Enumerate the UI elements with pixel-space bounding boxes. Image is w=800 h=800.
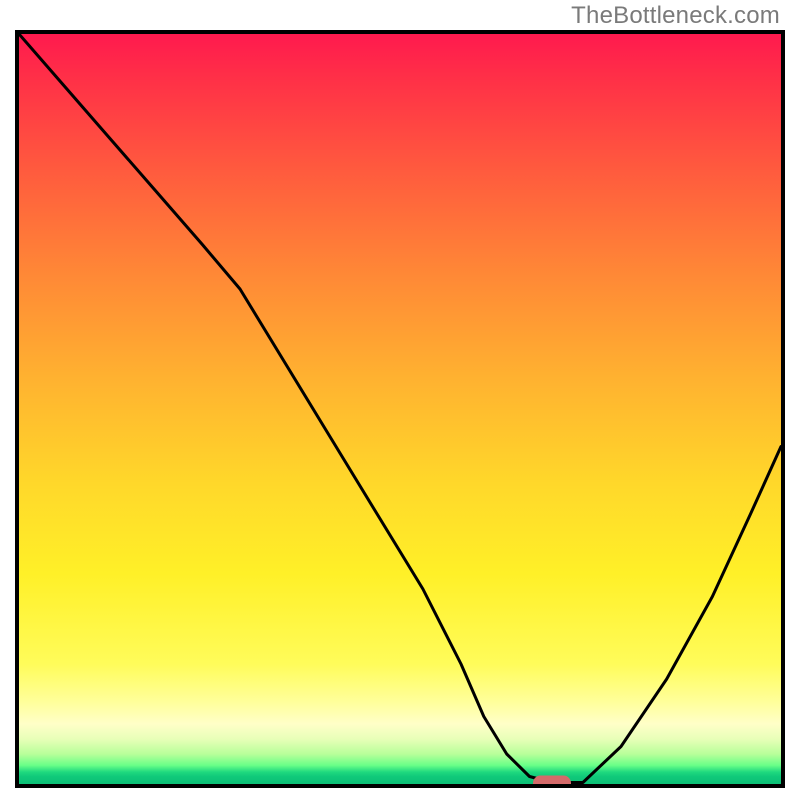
watermark-text: TheBottleneck.com [571,2,780,30]
curve-svg [19,34,781,784]
optimal-marker [533,775,571,788]
chart-frame: TheBottleneck.com [0,0,800,800]
plot-area [15,30,785,788]
bottleneck-curve-path [19,34,781,783]
